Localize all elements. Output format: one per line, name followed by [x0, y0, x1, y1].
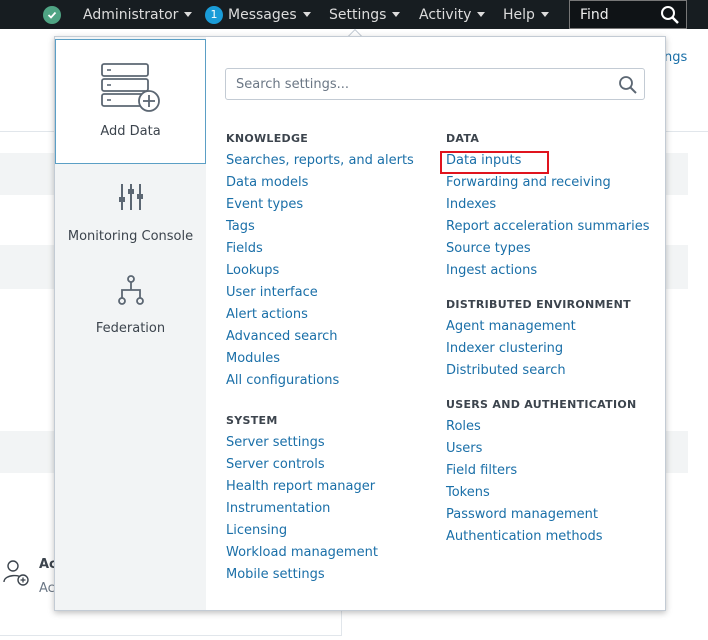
monitoring-console-button[interactable]: Monitoring Console [55, 183, 206, 253]
link-modules[interactable]: Modules [226, 348, 436, 370]
link-instrumentation[interactable]: Instrumentation [226, 498, 436, 520]
link-password-management[interactable]: Password management [446, 504, 661, 526]
background-user-subtitle: Ac [39, 581, 55, 596]
link-alert-actions[interactable]: Alert actions [226, 304, 436, 326]
help-menu[interactable]: Help [503, 0, 549, 29]
settings-column-left: KNOWLEDGE Searches, reports, and alerts … [226, 128, 436, 586]
caret-down-icon [392, 12, 401, 17]
link-data-models[interactable]: Data models [226, 172, 436, 194]
add-user-icon [1, 557, 31, 591]
link-users[interactable]: Users [446, 438, 661, 460]
users-authentication-heading: USERS AND AUTHENTICATION [446, 398, 637, 411]
activity-label: Activity [419, 6, 472, 23]
link-indexes[interactable]: Indexes [446, 194, 661, 216]
federation-button[interactable]: Federation [55, 275, 206, 341]
data-heading: DATA [446, 132, 480, 145]
add-data-label: Add Data [100, 124, 161, 139]
link-event-types[interactable]: Event types [226, 194, 436, 216]
link-tags[interactable]: Tags [226, 216, 436, 238]
find-input[interactable]: Find [569, 0, 687, 29]
check-icon [43, 5, 61, 24]
link-searches-reports-alerts[interactable]: Searches, reports, and alerts [226, 150, 436, 172]
link-mobile-settings[interactable]: Mobile settings [226, 564, 436, 586]
help-label: Help [503, 6, 535, 23]
find-label: Find [580, 6, 609, 23]
link-roles[interactable]: Roles [446, 416, 661, 438]
link-forwarding-receiving[interactable]: Forwarding and receiving [446, 172, 661, 194]
link-lookups[interactable]: Lookups [226, 260, 436, 282]
divider [0, 635, 342, 636]
link-authentication-methods[interactable]: Authentication methods [446, 526, 661, 548]
search-placeholder: Search settings... [236, 76, 350, 92]
link-workload-management[interactable]: Workload management [226, 542, 436, 564]
caret-down-icon [302, 12, 311, 17]
activity-menu[interactable]: Activity [419, 0, 486, 29]
administrator-menu[interactable]: Administrator [83, 0, 193, 29]
link-fields[interactable]: Fields [226, 238, 436, 260]
settings-dropdown: Add Data Monitoring Console Federation S… [54, 36, 666, 611]
add-data-button[interactable]: Add Data [55, 39, 206, 164]
federation-label: Federation [95, 321, 166, 336]
caret-down-icon [477, 12, 486, 17]
data-inputs-highlight [440, 151, 549, 174]
link-ingest-actions[interactable]: Ingest actions [446, 260, 661, 282]
link-distributed-search[interactable]: Distributed search [446, 360, 661, 382]
link-licensing[interactable]: Licensing [226, 520, 436, 542]
administrator-label: Administrator [83, 6, 179, 23]
top-navigation-bar: Administrator 1 Messages Settings Activi… [0, 0, 708, 29]
settings-label: Settings [329, 6, 387, 23]
link-user-interface[interactable]: User interface [226, 282, 436, 304]
caret-down-icon [184, 12, 193, 17]
add-data-icon [100, 62, 162, 118]
messages-label: Messages [228, 6, 297, 23]
link-health-report-manager[interactable]: Health report manager [226, 476, 436, 498]
search-icon[interactable] [618, 75, 638, 99]
status-indicator[interactable] [43, 0, 61, 29]
monitoring-console-label: Monitoring Console [67, 229, 194, 244]
link-report-acceleration-summaries[interactable]: Report acceleration summaries [446, 216, 661, 238]
link-advanced-search[interactable]: Advanced search [226, 326, 436, 348]
messages-menu[interactable]: 1 Messages [205, 0, 311, 29]
knowledge-heading: KNOWLEDGE [226, 132, 309, 145]
settings-search-input[interactable]: Search settings... [225, 68, 645, 100]
settings-quick-panel: Add Data Monitoring Console Federation [55, 37, 206, 610]
settings-menu[interactable]: Settings [329, 0, 401, 29]
settings-column-right: DATA Data inputs Forwarding and receivin… [446, 128, 661, 548]
caret-down-icon [540, 12, 549, 17]
link-all-configurations[interactable]: All configurations [226, 370, 436, 392]
link-server-settings[interactable]: Server settings [226, 432, 436, 454]
link-agent-management[interactable]: Agent management [446, 316, 661, 338]
link-indexer-clustering[interactable]: Indexer clustering [446, 338, 661, 360]
link-source-types[interactable]: Source types [446, 238, 661, 260]
link-tokens[interactable]: Tokens [446, 482, 661, 504]
messages-count-badge: 1 [205, 5, 223, 24]
background-link[interactable]: ngs [664, 50, 687, 65]
link-server-controls[interactable]: Server controls [226, 454, 436, 476]
link-field-filters[interactable]: Field filters [446, 460, 661, 482]
system-heading: SYSTEM [226, 414, 278, 427]
hierarchy-icon [117, 275, 145, 309]
sliders-icon [118, 183, 144, 215]
distributed-environment-heading: DISTRIBUTED ENVIRONMENT [446, 298, 631, 311]
search-icon[interactable] [660, 5, 680, 29]
